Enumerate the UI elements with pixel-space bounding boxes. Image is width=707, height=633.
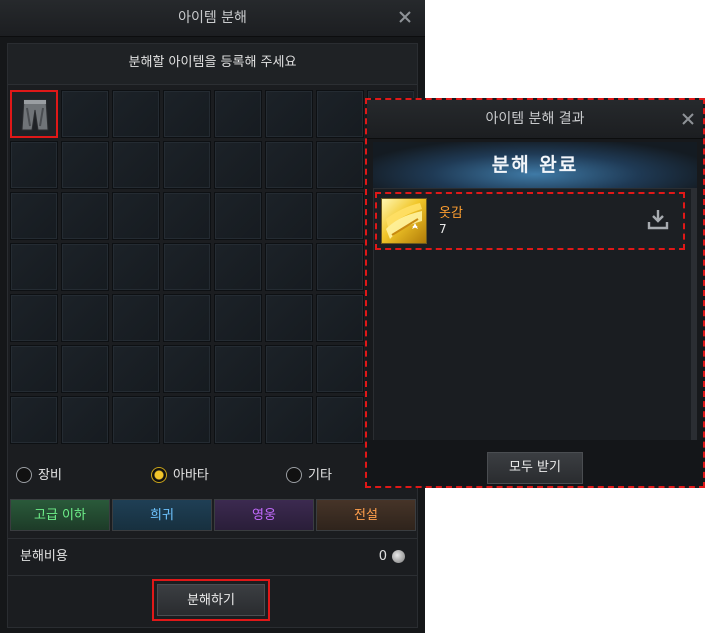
item-slot[interactable] [214,90,262,138]
pants-icon [21,99,49,131]
item-slot[interactable] [112,243,160,291]
item-slot[interactable] [112,141,160,189]
completion-banner: 분해 완료 [373,142,697,188]
item-slot[interactable] [163,243,211,291]
item-slot[interactable] [316,192,364,240]
item-slot[interactable] [265,345,313,393]
grade-button-rare[interactable]: 희귀 [112,499,212,531]
item-slot[interactable] [112,396,160,444]
category-radio-group: 장비 아바타 기타 [8,458,417,494]
grade-button-legend[interactable]: 전설 [316,499,416,531]
disassemble-panel: 분해할 아이템을 등록해 주세요 장비 아바타 기타 고급 이하 희귀 영웅 전… [7,43,418,628]
item-slot[interactable] [316,294,364,342]
result-item[interactable]: 옷감 7 [375,192,685,250]
item-slot[interactable] [214,141,262,189]
grade-button-hero[interactable]: 영웅 [214,499,314,531]
item-slot[interactable] [61,192,109,240]
radio-label: 장비 [38,468,62,483]
item-slot[interactable] [61,141,109,189]
item-slot[interactable] [112,294,160,342]
item-slot[interactable] [10,243,58,291]
item-slot[interactable] [10,192,58,240]
item-slot[interactable] [163,345,211,393]
disassemble-button[interactable]: 분해하기 [157,584,265,616]
download-icon[interactable] [647,208,669,230]
window-title: 아이템 분해 [178,10,247,26]
item-slot[interactable] [214,192,262,240]
result-item-name: 옷감 [439,206,463,221]
cloth-material-icon [381,198,427,244]
item-slot[interactable] [265,141,313,189]
grade-button-group: 고급 이하 희귀 영웅 전설 [10,499,417,531]
item-slot[interactable] [10,396,58,444]
item-slot[interactable] [163,141,211,189]
radio-etc[interactable]: 기타 [286,462,332,490]
item-slot[interactable] [316,243,364,291]
item-slot[interactable] [265,294,313,342]
receive-all-button[interactable]: 모두 받기 [487,452,583,484]
item-slot[interactable] [10,345,58,393]
item-slot[interactable] [10,141,58,189]
close-icon[interactable] [397,9,413,25]
radio-dot-selected [151,466,167,483]
item-slot-grid [10,90,414,447]
result-list-scrollbar[interactable] [691,188,697,440]
item-slot[interactable] [214,345,262,393]
item-slot[interactable] [10,294,58,342]
grade-button-advanced-below[interactable]: 고급 이하 [10,499,110,531]
radio-avatar[interactable]: 아바타 [151,462,209,490]
cost-label: 분해비용 [20,549,68,564]
item-slot[interactable] [163,294,211,342]
item-slot[interactable] [265,192,313,240]
cost-value: 0 [378,549,387,564]
item-slot[interactable] [61,90,109,138]
item-slot[interactable] [112,192,160,240]
popup-title: 아이템 분해 결과 [367,100,703,139]
item-slot[interactable] [316,345,364,393]
result-item-quantity: 7 [439,222,447,236]
item-slot[interactable] [61,396,109,444]
item-slot[interactable] [265,243,313,291]
item-slot[interactable] [163,90,211,138]
disassemble-cost-row: 분해비용 0 [8,538,417,576]
item-slot[interactable] [214,396,262,444]
silver-coin-icon [392,550,405,563]
item-slot[interactable] [61,294,109,342]
radio-dot [286,466,302,483]
item-slot[interactable] [112,345,160,393]
item-disassemble-window: 아이템 분해 분해할 아이템을 등록해 주세요 장비 아바타 기타 고급 이하 … [0,0,425,633]
item-slot[interactable] [61,345,109,393]
window-titlebar: 아이템 분해 [0,0,425,37]
radio-dot [16,466,32,483]
close-icon[interactable] [681,112,695,126]
radio-label: 기타 [308,468,332,483]
item-slot[interactable] [10,90,58,138]
item-slot[interactable] [316,141,364,189]
item-slot[interactable] [316,396,364,444]
disassemble-button-highlight: 분해하기 [152,579,270,621]
item-slot[interactable] [163,192,211,240]
item-slot[interactable] [163,396,211,444]
item-slot[interactable] [316,90,364,138]
item-slot[interactable] [61,243,109,291]
item-slot[interactable] [265,90,313,138]
instruction-text: 분해할 아이템을 등록해 주세요 [8,44,417,85]
radio-equipment[interactable]: 장비 [16,462,62,490]
item-slot[interactable] [214,294,262,342]
radio-label: 아바타 [173,468,209,483]
item-slot[interactable] [112,90,160,138]
item-slot[interactable] [265,396,313,444]
item-slot[interactable] [214,243,262,291]
disassemble-result-popup: 아이템 분해 결과 분해 완료 옷감 7 모두 받기 [365,98,705,488]
